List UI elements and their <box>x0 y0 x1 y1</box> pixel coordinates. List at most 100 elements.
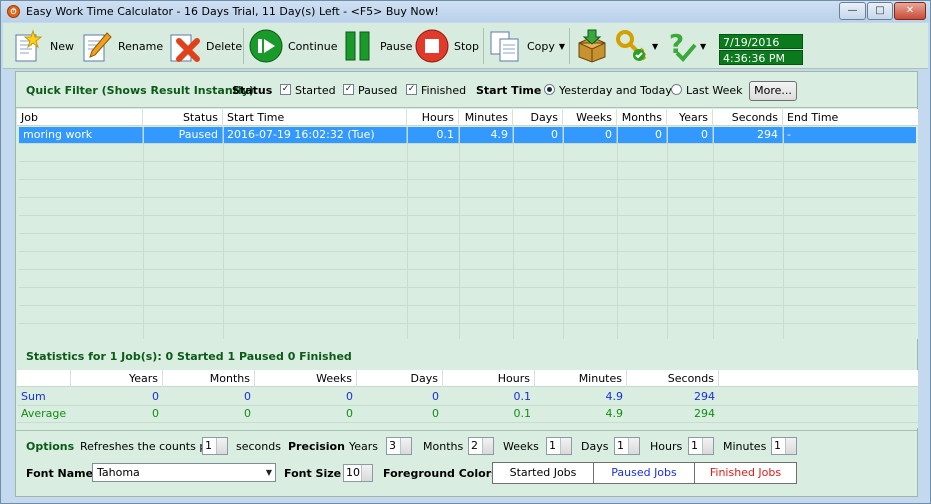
precision-label: Precision <box>288 440 345 453</box>
pause-button[interactable]: Pause <box>341 26 412 66</box>
col-years[interactable]: Years <box>667 109 713 126</box>
grid-row-line <box>19 197 916 198</box>
stats-col-seconds: Seconds <box>627 370 719 387</box>
continue-button[interactable]: Continue <box>249 26 337 66</box>
years-precision-label: Years <box>349 440 379 453</box>
refresh-interval-spinner[interactable]: 1 <box>202 437 228 455</box>
options-label: Options <box>26 440 75 453</box>
grid-row-line <box>19 251 916 252</box>
cell-end-time: - <box>787 128 791 141</box>
cell-status: Paused <box>143 127 223 143</box>
table-row[interactable]: moring work Paused 2016-07-19 16:02:32 (… <box>19 127 916 143</box>
toolbar-separator <box>569 28 570 64</box>
key-icon <box>615 29 649 63</box>
stats-col-minutes: Minutes <box>535 370 627 387</box>
grid-row-line <box>19 269 916 270</box>
col-end-time[interactable]: End Time <box>783 109 918 126</box>
col-days[interactable]: Days <box>513 109 563 126</box>
new-button[interactable]: New <box>11 26 74 66</box>
paused-checkbox[interactable]: ✓ <box>343 84 354 95</box>
minutes-precision-spinner[interactable]: 1 <box>771 437 797 455</box>
delete-label: Delete <box>206 39 243 53</box>
days-precision-label: Days <box>581 440 609 453</box>
finished-jobs-color-button[interactable]: Finished Jobs <box>694 462 797 484</box>
yesterday-today-radio[interactable] <box>544 84 555 95</box>
quick-filter-bar: Quick Filter (Shows Result Instantly) St… <box>16 72 917 108</box>
help-question-icon: ? <box>663 29 697 63</box>
stop-label: Stop <box>454 39 480 53</box>
years-precision-spinner[interactable]: 3 <box>386 437 412 455</box>
package-box-icon <box>575 29 609 63</box>
more-button[interactable]: More... <box>749 81 797 101</box>
grid-column-line <box>407 127 408 339</box>
copy-button[interactable]: Copy ▼ <box>488 26 565 66</box>
rename-pencil-icon <box>79 29 113 63</box>
delete-button[interactable]: Delete <box>167 26 242 66</box>
font-size-spinner[interactable]: 10 <box>343 464 373 482</box>
font-name-label: Font Name <box>26 467 94 480</box>
col-weeks[interactable]: Weeks <box>563 109 617 126</box>
stop-icon <box>415 29 449 63</box>
app-clock-icon: ⏱ <box>7 5 20 18</box>
hours-precision-spinner[interactable]: 1 <box>688 437 714 455</box>
copy-documents-icon <box>488 29 522 63</box>
months-precision-spinner[interactable]: 2 <box>468 437 494 455</box>
pause-label: Pause <box>380 39 413 53</box>
col-hours[interactable]: Hours <box>407 109 459 126</box>
col-start-time[interactable]: Start Time <box>223 109 407 126</box>
cell-minutes: 4.9 <box>459 127 513 143</box>
rename-button[interactable]: Rename <box>79 26 163 66</box>
jobs-grid-header: Job Status Start Time Hours Minutes Days… <box>17 109 918 126</box>
chevron-down-icon: ▼ <box>558 41 566 51</box>
sum-days: 0 <box>432 390 439 403</box>
grid-row-line <box>19 161 916 162</box>
started-checkbox[interactable]: ✓ <box>280 84 291 95</box>
average-months: 0 <box>244 407 251 420</box>
grid-column-line <box>783 127 784 339</box>
grid-column-line <box>563 127 564 339</box>
toolbar-separator <box>483 28 484 64</box>
options-bar: Options Refreshes the counts per 1 secon… <box>16 430 917 496</box>
date-display: 7/19/2016 <box>719 34 803 49</box>
started-jobs-color-button[interactable]: Started Jobs <box>492 462 594 484</box>
toolbar: New Rename Delete Continue Pause Stop Co… <box>3 23 928 69</box>
minimize-button[interactable]: — <box>839 2 866 20</box>
jobs-grid: Job Status Start Time Hours Minutes Days… <box>17 109 918 339</box>
refresh-label: Refreshes the counts per <box>80 440 218 453</box>
font-size-label: Font Size <box>284 467 342 480</box>
col-seconds[interactable]: Seconds <box>713 109 783 126</box>
weeks-precision-spinner[interactable]: 1 <box>546 437 572 455</box>
font-name-value: Tahoma <box>97 466 140 479</box>
average-years: 0 <box>152 407 159 420</box>
sum-months: 0 <box>244 390 251 403</box>
col-job[interactable]: Job <box>17 109 143 126</box>
copy-label: Copy <box>527 39 555 53</box>
export-package-button[interactable] <box>575 26 614 66</box>
days-precision-spinner[interactable]: 1 <box>614 437 640 455</box>
license-key-button[interactable]: ▼ <box>615 26 658 66</box>
maximize-button[interactable]: □ <box>867 2 893 20</box>
stats-col-label <box>17 370 71 387</box>
stop-button[interactable]: Stop <box>415 26 479 66</box>
help-button[interactable]: ? ▼ <box>663 26 706 66</box>
font-name-dropdown[interactable]: Tahoma ▼ <box>92 463 276 482</box>
last-week-radio[interactable] <box>671 84 682 95</box>
row-divider <box>17 422 918 423</box>
last-week-label: Last Week <box>686 84 743 97</box>
col-minutes[interactable]: Minutes <box>459 109 513 126</box>
paused-jobs-color-button[interactable]: Paused Jobs <box>593 462 695 484</box>
hours-precision-label: Hours <box>650 440 683 453</box>
grid-column-line <box>617 127 618 339</box>
grid-row-line <box>19 179 916 180</box>
grid-row-line <box>19 215 916 216</box>
finished-checkbox[interactable]: ✓ <box>406 84 417 95</box>
close-button[interactable]: ✕ <box>894 2 926 20</box>
col-status[interactable]: Status <box>143 109 223 126</box>
chevron-down-icon: ▼ <box>265 468 272 477</box>
col-months[interactable]: Months <box>617 109 667 126</box>
main-panel: Quick Filter (Shows Result Instantly) St… <box>15 71 918 497</box>
rename-label: Rename <box>118 39 164 53</box>
sum-minutes: 4.9 <box>605 390 624 403</box>
grid-row-line <box>19 287 916 288</box>
statistics-title: Statistics for 1 Job(s): 0 Started 1 Pau… <box>26 350 352 363</box>
